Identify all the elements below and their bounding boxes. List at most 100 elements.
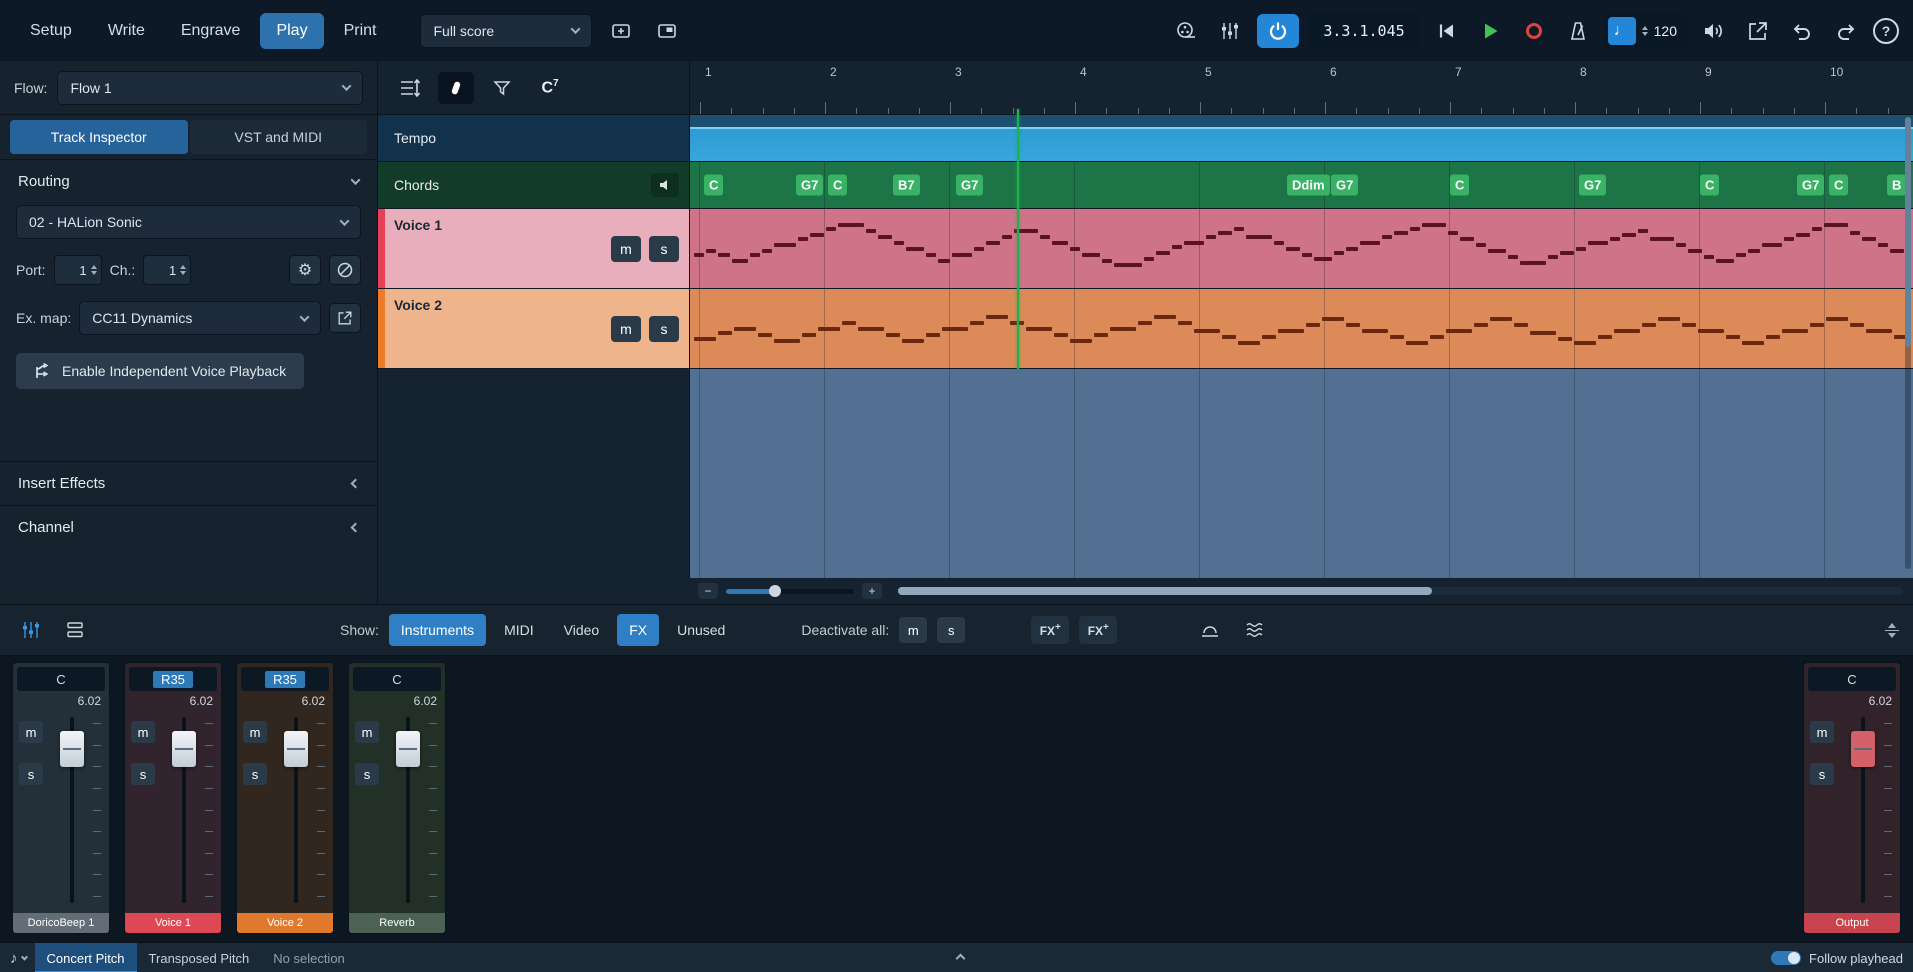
port-input[interactable]: 1 bbox=[53, 255, 102, 285]
chord-symbol[interactable]: Ddim bbox=[1287, 174, 1330, 196]
chord-symbol[interactable]: C bbox=[828, 174, 848, 196]
open-expression-map-button[interactable] bbox=[329, 303, 361, 333]
metronome-button[interactable] bbox=[1561, 15, 1595, 47]
voice1-mute-button[interactable]: m bbox=[611, 235, 641, 262]
chord-symbol[interactable]: C bbox=[704, 174, 724, 196]
add-fx-channel-button[interactable]: FX+ bbox=[1031, 616, 1070, 644]
mode-tab-engrave[interactable]: Engrave bbox=[165, 13, 257, 49]
vertical-scrollbar[interactable] bbox=[1905, 117, 1911, 569]
new-window-button[interactable] bbox=[604, 15, 638, 47]
chords-track-header[interactable]: Chords bbox=[378, 162, 690, 208]
strip-gain-value[interactable]: 6.02 bbox=[237, 691, 333, 711]
fader-handle[interactable] bbox=[60, 731, 84, 768]
single-window-button[interactable] bbox=[650, 15, 684, 47]
chord-symbol[interactable]: G7 bbox=[796, 174, 824, 196]
help-button[interactable]: ? bbox=[1873, 17, 1899, 44]
panel-resize-handle[interactable] bbox=[1885, 622, 1899, 638]
mode-tab-print[interactable]: Print bbox=[328, 13, 393, 49]
sends-button[interactable] bbox=[1193, 614, 1227, 646]
mode-tab-write[interactable]: Write bbox=[92, 13, 161, 49]
strip-pan-value[interactable]: C bbox=[17, 667, 105, 691]
voice1-track-header[interactable]: Voice 1 m s bbox=[378, 209, 690, 288]
voice2-solo-button[interactable]: s bbox=[649, 315, 679, 342]
chord-symbol[interactable]: C bbox=[1700, 174, 1720, 196]
horizontal-scrollbar[interactable] bbox=[896, 587, 1903, 595]
played-durations-button[interactable] bbox=[438, 71, 474, 104]
tempo-lane[interactable] bbox=[690, 115, 1913, 161]
mode-tab-setup[interactable]: Setup bbox=[14, 13, 88, 49]
statusbar-concert-pitch[interactable]: Concert Pitch bbox=[34, 943, 137, 972]
deactivate-all-mute-button[interactable]: m bbox=[899, 617, 928, 643]
strip-solo-button[interactable]: s bbox=[1810, 763, 1834, 785]
horizontal-scrollbar-thumb[interactable] bbox=[898, 587, 1432, 595]
zoom-slider-knob[interactable] bbox=[768, 585, 781, 597]
deactivate-all-solo-button[interactable]: s bbox=[937, 617, 966, 643]
mixer-strip-doricobeep-1[interactable]: C 6.02 m s DoricoBeep 1 bbox=[12, 662, 110, 934]
show-filter-midi[interactable]: MIDI bbox=[492, 614, 546, 646]
zoom-in-button[interactable]: + bbox=[862, 583, 882, 599]
strip-gain-value[interactable]: 6.02 bbox=[125, 691, 221, 711]
chord-symbol[interactable]: B bbox=[1887, 174, 1907, 196]
undo-button[interactable] bbox=[1785, 15, 1819, 47]
fader-handle[interactable] bbox=[172, 731, 196, 768]
chord-symbol[interactable]: G7 bbox=[1331, 174, 1359, 196]
strip-pan-value[interactable]: C bbox=[353, 667, 441, 691]
collapse-panel-chevron[interactable] bbox=[955, 953, 965, 963]
timeline-ruler[interactable]: 1 2 3 4 5 6 7 8 9 10 bbox=[690, 61, 1913, 115]
show-filter-unused[interactable]: Unused bbox=[665, 614, 737, 646]
strip-solo-button[interactable]: s bbox=[131, 763, 155, 785]
routing-section-header[interactable]: Routing bbox=[0, 159, 377, 203]
chord-symbol[interactable]: G7 bbox=[1579, 174, 1607, 196]
signal-waves-button[interactable] bbox=[1237, 614, 1271, 646]
vertical-scrollbar-thumb[interactable] bbox=[1905, 117, 1911, 347]
media-button[interactable] bbox=[1169, 15, 1203, 47]
instrument-select[interactable]: 02 - HALion Sonic bbox=[16, 205, 361, 239]
mixer-strip-voice-2[interactable]: R35 6.02 m s Voice 2 bbox=[236, 662, 334, 934]
follow-playhead-toggle[interactable] bbox=[1771, 951, 1802, 965]
show-filter-instruments[interactable]: Instruments bbox=[388, 614, 487, 646]
chords-audition-button[interactable] bbox=[651, 173, 679, 197]
strip-solo-button[interactable]: s bbox=[355, 763, 379, 785]
tempo-display[interactable]: ♩ 120 bbox=[1604, 13, 1687, 48]
independent-voice-playback-button[interactable]: Enable Independent Voice Playback bbox=[16, 353, 305, 389]
playback-options-button[interactable]: ♪ bbox=[10, 950, 28, 967]
chord-symbol[interactable]: C bbox=[1829, 174, 1849, 196]
voice1-solo-button[interactable]: s bbox=[649, 235, 679, 262]
share-button[interactable] bbox=[1741, 15, 1775, 47]
tempo-track-header[interactable]: Tempo bbox=[378, 115, 690, 161]
strip-mute-button[interactable]: m bbox=[355, 721, 379, 743]
flow-select[interactable]: Flow 1 bbox=[57, 70, 363, 105]
strip-solo-button[interactable]: s bbox=[243, 763, 267, 785]
channel-section-header[interactable]: Channel bbox=[0, 505, 377, 549]
track-height-button[interactable] bbox=[392, 72, 428, 104]
chord-symbol[interactable]: B7 bbox=[893, 174, 920, 196]
strip-gain-value[interactable]: 6.02 bbox=[13, 691, 109, 711]
strip-pan-value[interactable]: R35 bbox=[129, 667, 217, 691]
strip-pan-value[interactable]: R35 bbox=[241, 667, 329, 691]
show-filter-fx[interactable]: FX bbox=[617, 614, 660, 646]
playback-engine-button[interactable] bbox=[1257, 13, 1300, 48]
voice2-lane[interactable] bbox=[690, 289, 1913, 368]
chord-symbol[interactable]: C bbox=[1450, 174, 1470, 196]
voice1-lane[interactable] bbox=[690, 209, 1913, 288]
mixer-strip-output[interactable]: C 6.02 m s Output bbox=[1803, 662, 1901, 934]
strip-solo-button[interactable]: s bbox=[19, 763, 43, 785]
strip-gain-value[interactable]: 6.02 bbox=[349, 691, 445, 711]
rewind-button[interactable] bbox=[1429, 15, 1463, 47]
mixer-button[interactable] bbox=[1213, 15, 1247, 47]
strip-mute-button[interactable]: m bbox=[19, 721, 43, 743]
strip-pan-value[interactable]: C bbox=[1808, 667, 1896, 691]
tempo-spinner[interactable] bbox=[1641, 25, 1648, 36]
chords-lane[interactable]: C G7 C B7 G7 Ddim G7 C G7 C G7 C B bbox=[690, 162, 1913, 208]
mixer-strip-reverb[interactable]: C 6.02 m s Reverb bbox=[348, 662, 446, 934]
tab-track-inspector[interactable]: Track Inspector bbox=[10, 120, 188, 154]
plugin-settings-button[interactable]: ⚙ bbox=[289, 255, 321, 285]
strip-mute-button[interactable]: m bbox=[243, 721, 267, 743]
zoom-slider[interactable] bbox=[726, 585, 854, 597]
redo-button[interactable] bbox=[1829, 15, 1863, 47]
strip-mute-button[interactable]: m bbox=[1810, 721, 1834, 743]
insert-effects-section-header[interactable]: Insert Effects bbox=[0, 461, 377, 505]
layout-select[interactable]: Full score bbox=[420, 13, 593, 48]
tab-vst-and-midi[interactable]: VST and MIDI bbox=[189, 120, 367, 154]
empty-lane-area[interactable] bbox=[690, 369, 1913, 578]
